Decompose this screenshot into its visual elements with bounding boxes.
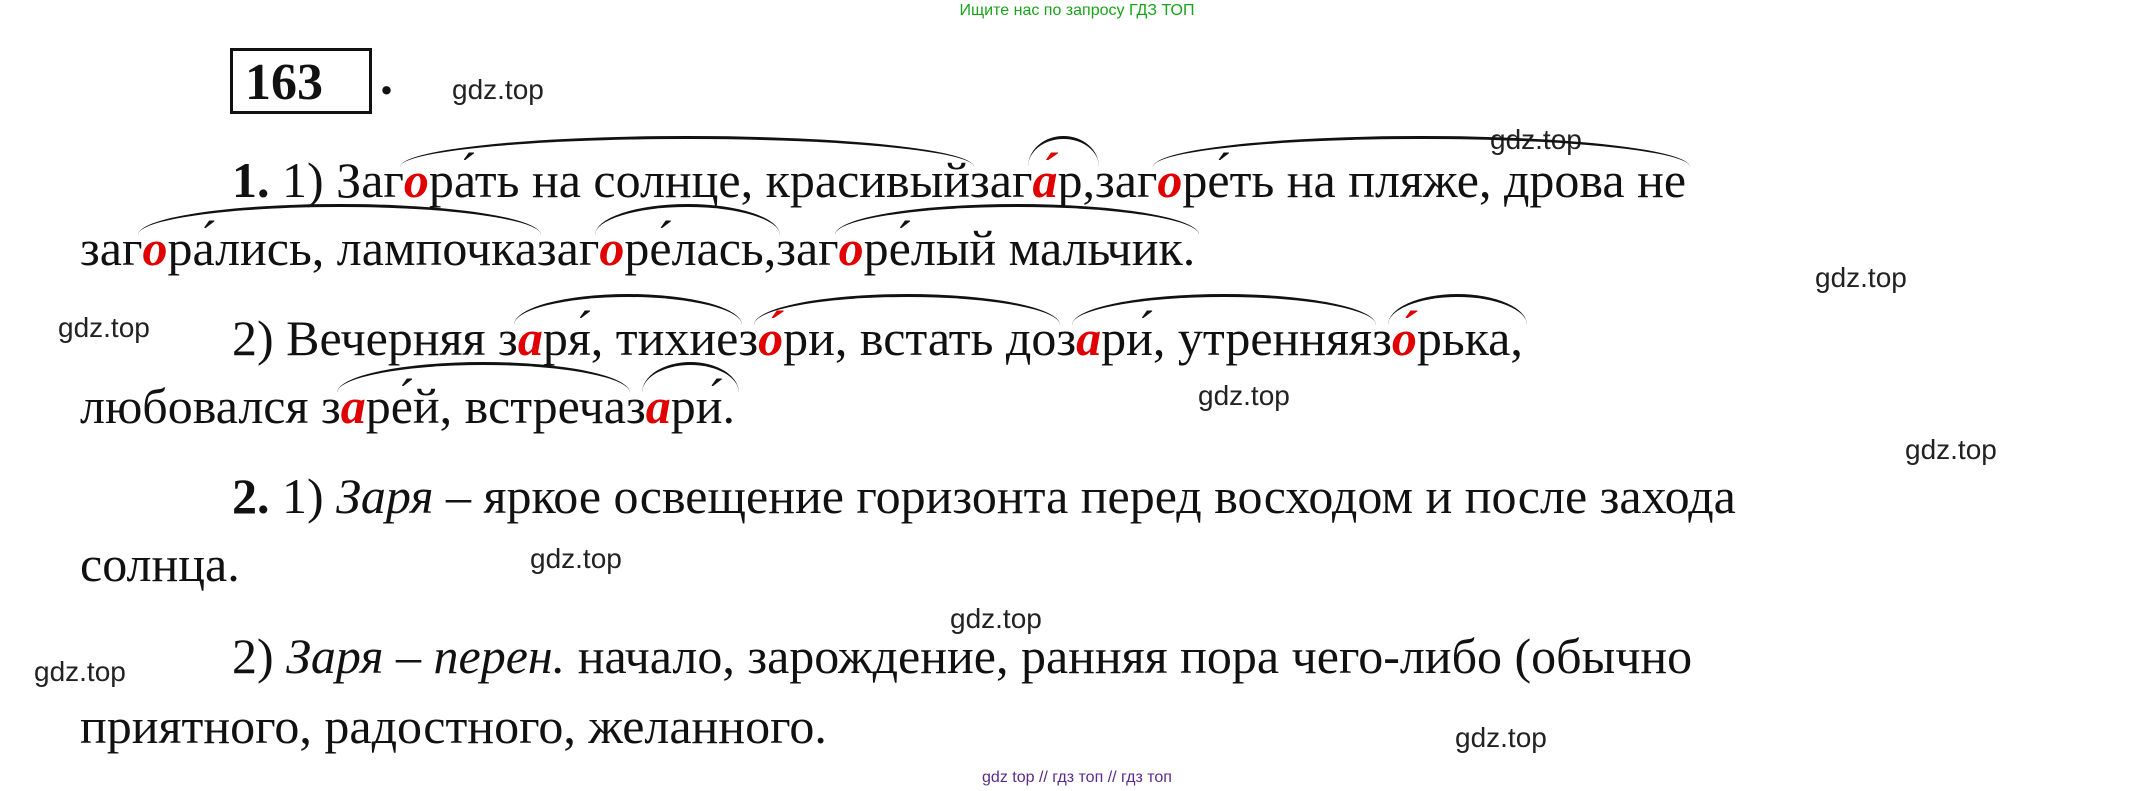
text-line-6: солнца. — [80, 536, 240, 592]
task-number-box: 163 — [230, 48, 372, 114]
root-arc: оре́лый мальчик. — [834, 204, 1199, 278]
term: Заря — [336, 468, 434, 524]
root-arc: а́р, — [1028, 136, 1099, 210]
word-part: ре́ть на пляже, дрова не — [1182, 152, 1687, 208]
watermark: gdz.top — [1198, 380, 1290, 411]
word-part: з — [320, 378, 341, 434]
missing-letter: о́ — [1391, 310, 1417, 366]
root-arc: аря́, тихие — [513, 294, 742, 368]
task-number: 163 — [245, 54, 323, 111]
word-part: ра́лись, лампочка — [167, 220, 537, 276]
word-part: ри́. — [670, 378, 735, 434]
watermark: gdz.top — [34, 656, 126, 687]
word-part: р, — [1057, 152, 1095, 208]
word-part: Заг — [336, 152, 404, 208]
word-part: заг — [970, 152, 1033, 208]
word-part: ре́й, встреча — [365, 378, 626, 434]
watermark: gdz.top — [1905, 434, 1997, 465]
text-line-7: 2) Заря – перен. начало, зарождение, ран… — [232, 626, 1692, 686]
root-arc: оре́лась, — [595, 204, 781, 278]
watermark: gdz.top — [530, 543, 622, 574]
missing-letter: а́ — [1032, 152, 1058, 208]
root-arc: аре́й, встреча — [336, 362, 631, 436]
watermark: gdz.top — [1815, 262, 1907, 293]
word-part: заг — [80, 220, 143, 276]
missing-letter: а — [517, 310, 543, 366]
missing-letter: о — [142, 220, 168, 276]
missing-letter: а — [340, 378, 366, 434]
root-arc: оре́ть на пляже, дрова не — [1153, 136, 1690, 210]
word-part: заг — [1094, 152, 1158, 208]
word-part: заг — [776, 220, 839, 276]
sub-item: 2) — [232, 628, 287, 684]
word-part: з — [738, 310, 759, 366]
watermark: gdz.top — [452, 74, 544, 105]
item-number: 2. — [232, 468, 270, 524]
text-line-1: 1. 1) Загора́ть на солнце, красивый зага… — [232, 136, 1690, 210]
missing-letter: о — [599, 220, 625, 276]
top-banner: Ищите нас по запросу ГДЗ ТОП — [959, 2, 1195, 19]
root-arc: о́рька, — [1387, 294, 1527, 368]
word-part: ри, встать до — [783, 310, 1057, 366]
missing-letter: о — [838, 220, 864, 276]
missing-letter: о — [403, 152, 429, 208]
root-arc: ора́лись, лампочка — [138, 204, 542, 278]
definition: начало, зарождение, ранняя пора чего-либ… — [565, 628, 1693, 684]
word-part: ря́, тихие — [542, 310, 739, 366]
word-part: ре́лый мальчик. — [863, 220, 1196, 276]
text-line-8: приятного, радостного, желанного. — [80, 698, 827, 754]
footer-links: gdz top // гдз топ // гдз топ — [982, 769, 1172, 786]
word-part: любовался — [80, 378, 321, 434]
word-part: з — [1056, 310, 1077, 366]
word-part: ра́ть на солнце, красивый — [428, 152, 970, 208]
sub-item: 1) — [269, 152, 337, 208]
word-part: заг — [536, 220, 600, 276]
root-arc: ари́, утренняя — [1072, 294, 1376, 368]
missing-letter: а — [645, 378, 671, 434]
missing-letter: а — [1076, 310, 1102, 366]
word-part: ре́лась, — [624, 220, 777, 276]
word-part: рька, — [1416, 310, 1523, 366]
missing-letter: о — [1157, 152, 1183, 208]
text-line-4: любовался заре́й, встреча зари́. — [80, 362, 740, 436]
text-line-3: 2) Вечерняя заря́, тихие зо́ри, встать д… — [232, 294, 1527, 368]
root-arc: ари́. — [641, 362, 740, 436]
word-part: ри́, утренняя — [1101, 310, 1373, 366]
watermark: gdz.top — [58, 312, 150, 343]
task-number-dot: . — [380, 49, 393, 106]
definition: – яркое освещение горизонта перед восход… — [433, 468, 1736, 524]
sub-item: 1) — [269, 468, 337, 524]
root-arc: ора́ть на солнце, красивый — [399, 136, 975, 210]
root-arc: о́ри, встать до — [754, 294, 1061, 368]
term: Заря – перен. — [286, 628, 566, 684]
watermark: gdz.top — [1455, 722, 1547, 753]
sub-item: 2) Вечерняя — [232, 310, 499, 366]
item-number: 1. — [232, 152, 270, 208]
missing-letter: о́ — [758, 310, 784, 366]
text-line-2: загора́лись, лампочка загоре́лась, загор… — [80, 204, 1199, 278]
text-line-5: 2. 1) Заря – яркое освещение горизонта п… — [232, 466, 1736, 526]
